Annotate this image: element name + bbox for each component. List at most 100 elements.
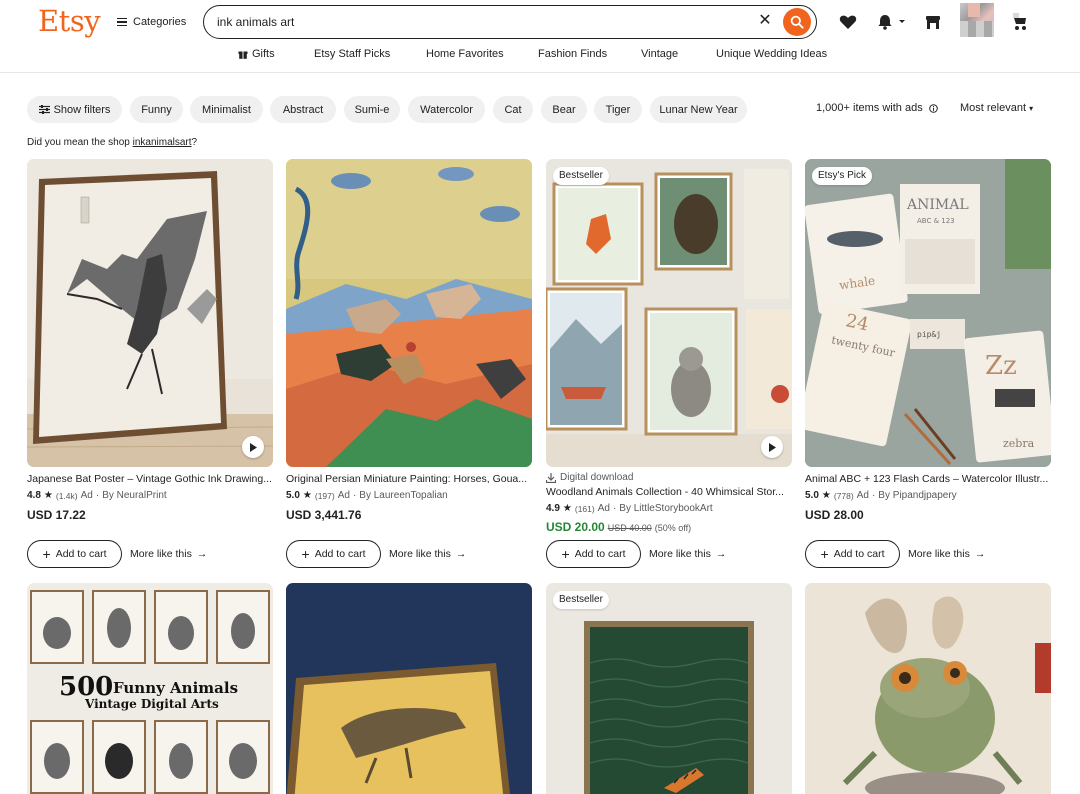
listing-image[interactable]: [805, 583, 1051, 794]
more-like-this-link[interactable]: More like this →: [389, 548, 466, 560]
clear-search-icon[interactable]: ✕: [755, 11, 775, 31]
more-like-this-label: More like this: [389, 548, 451, 560]
etsy-logo[interactable]: Etsy: [38, 4, 101, 38]
more-like-this-link[interactable]: More like this →: [908, 548, 985, 560]
arrow-right-icon: →: [715, 548, 727, 560]
show-filters-button[interactable]: Show filters: [27, 96, 122, 123]
shop-name[interactable]: By NeuralPrint: [102, 490, 166, 501]
download-icon: [546, 472, 556, 483]
gift-shop-icon[interactable]: [923, 12, 943, 32]
listing-card[interactable]: Japanese Bat Poster – Vintage Gothic Ink…: [27, 159, 273, 569]
listing-card[interactable]: whale ANIMAL ABC & 123 24 twenty four pi…: [805, 159, 1051, 569]
listing-card[interactable]: Bestseller: [546, 583, 792, 794]
subnav-staff-picks[interactable]: Etsy Staff Picks: [314, 48, 390, 60]
bestseller-badge: Bestseller: [553, 591, 609, 609]
original-price: USD 40.00: [607, 523, 652, 533]
cart-icon[interactable]: [1010, 12, 1030, 32]
chip-cat[interactable]: Cat: [493, 96, 533, 123]
svg-text:Zz: Zz: [985, 351, 1017, 381]
chip-sumi-e[interactable]: Sumi-e: [344, 96, 400, 123]
categories-button[interactable]: Categories: [117, 14, 186, 30]
listing-image[interactable]: [286, 583, 532, 794]
listing-price: USD 3,441.76: [286, 508, 362, 522]
more-like-this-link[interactable]: More like this →: [130, 548, 207, 560]
listing-meta: 5.0 ★ (778) Ad · By Pipandjpapery: [805, 490, 957, 501]
add-to-cart-label: Add to cart: [55, 548, 107, 560]
add-to-cart-label: Add to cart: [314, 548, 366, 560]
chip-abstract[interactable]: Abstract: [270, 96, 336, 123]
subnav-home-favorites[interactable]: Home Favorites: [426, 48, 504, 60]
subnav-gifts[interactable]: Gifts: [238, 48, 275, 60]
chip-lunar-new-year[interactable]: Lunar New Year: [650, 96, 747, 123]
digital-download-text: Digital download: [560, 472, 634, 483]
listing-card[interactable]: Original Persian Miniature Painting: Hor…: [286, 159, 532, 569]
menu-icon: [117, 18, 127, 26]
notifications-bell-icon[interactable]: [874, 12, 908, 32]
more-like-this-link[interactable]: More like this →: [649, 548, 726, 560]
ad-label: Ad: [80, 490, 93, 501]
listing-image[interactable]: Bestseller: [546, 159, 792, 467]
shop-name[interactable]: By Pipandjpapery: [878, 490, 956, 501]
rating-value: 5.0: [286, 490, 300, 501]
digital-download-label: Digital download: [546, 472, 633, 483]
chip-minimalist[interactable]: Minimalist: [190, 96, 263, 123]
did-you-mean-shop-link[interactable]: inkanimalsart: [133, 137, 192, 148]
listing-image[interactable]: Bestseller: [546, 583, 792, 794]
search-icon: [790, 15, 804, 29]
show-filters-label: Show filters: [53, 103, 111, 116]
chip-watercolor[interactable]: Watercolor: [408, 96, 485, 123]
ad-label: Ad: [856, 490, 869, 501]
arrow-right-icon: →: [974, 548, 986, 560]
svg-text:ANIMAL: ANIMAL: [906, 197, 969, 213]
chip-bear[interactable]: Bear: [541, 96, 587, 123]
subnav-vintage[interactable]: Vintage: [641, 48, 678, 60]
shop-name[interactable]: By LaureenTopalian: [359, 490, 447, 501]
listing-title[interactable]: Original Persian Miniature Painting: Hor…: [286, 473, 532, 485]
favorites-heart-icon[interactable]: [838, 12, 858, 32]
play-video-button[interactable]: [242, 436, 264, 458]
avatar[interactable]: [960, 3, 994, 37]
listing-card[interactable]: Bestseller Digital download Woodland Ani…: [546, 159, 792, 569]
sort-dropdown[interactable]: Most relevant ▾: [960, 102, 1033, 114]
add-to-cart-label: Add to cart: [833, 548, 885, 560]
chip-tiger[interactable]: Tiger: [594, 96, 642, 123]
info-icon[interactable]: [928, 103, 938, 113]
bestseller-badge: Bestseller: [553, 167, 609, 185]
review-count: (161): [574, 503, 595, 514]
subnav-wedding-ideas[interactable]: Unique Wedding Ideas: [716, 48, 827, 60]
filter-icon: [38, 105, 50, 114]
star-icon: ★: [43, 490, 53, 501]
play-video-button[interactable]: [761, 436, 783, 458]
listing-title[interactable]: Japanese Bat Poster – Vintage Gothic Ink…: [27, 473, 273, 485]
subnav-fashion-finds[interactable]: Fashion Finds: [538, 48, 607, 60]
svg-text:zebra: zebra: [1003, 437, 1035, 450]
shop-name[interactable]: By LittleStorybookArt: [619, 503, 712, 514]
listing-card[interactable]: [286, 583, 532, 794]
review-count: (778): [833, 490, 854, 501]
chevron-down-icon: ▾: [1029, 104, 1034, 113]
add-to-cart-button[interactable]: + Add to cart: [805, 540, 900, 568]
star-icon: ★: [562, 503, 572, 514]
chip-funny[interactable]: Funny: [130, 96, 183, 123]
add-to-cart-button[interactable]: + Add to cart: [546, 540, 641, 568]
more-like-this-label: More like this: [908, 548, 970, 560]
did-you-mean: Did you mean the shop inkanimalsart?: [27, 137, 197, 148]
listing-title[interactable]: Animal ABC + 123 Flash Cards – Watercolo…: [805, 473, 1051, 485]
listing-card[interactable]: 500 Funny Animals Vintage Digital Arts: [27, 583, 273, 794]
listing-card[interactable]: [805, 583, 1051, 794]
search-input[interactable]: [217, 13, 737, 31]
listing-title[interactable]: Woodland Animals Collection - 40 Whimsic…: [546, 486, 792, 498]
add-to-cart-button[interactable]: + Add to cart: [286, 540, 381, 568]
star-icon: ★: [302, 490, 312, 501]
listing-image[interactable]: [27, 159, 273, 467]
review-count: (197): [314, 490, 335, 501]
listing-image[interactable]: whale ANIMAL ABC & 123 24 twenty four pi…: [805, 159, 1051, 467]
listing-meta: 4.8 ★ (1.4k) Ad · By NeuralPrint: [27, 490, 167, 501]
add-to-cart-button[interactable]: + Add to cart: [27, 540, 122, 568]
search-bar: ✕: [203, 5, 817, 39]
sort-label: Most relevant: [960, 102, 1027, 114]
listing-image[interactable]: [286, 159, 532, 467]
search-button[interactable]: [783, 8, 811, 36]
review-count: (1.4k): [55, 490, 78, 501]
listing-image[interactable]: 500 Funny Animals Vintage Digital Arts: [27, 583, 273, 794]
